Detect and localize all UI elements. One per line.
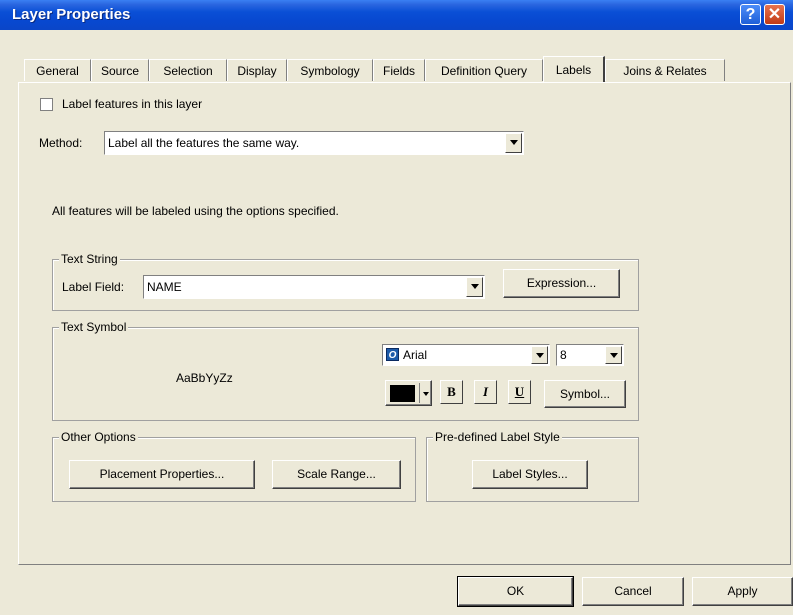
apply-button[interactable]: Apply — [692, 577, 793, 606]
ok-button[interactable]: OK — [457, 576, 574, 607]
chevron-down-icon — [423, 392, 429, 396]
label-features-checkbox[interactable] — [40, 98, 53, 111]
other-options-title: Other Options — [59, 430, 138, 444]
label-features-label: Label features in this layer — [62, 97, 203, 111]
italic-button[interactable]: I — [474, 380, 497, 404]
text-string-title: Text String — [59, 252, 120, 266]
chevron-down-icon[interactable] — [605, 346, 622, 364]
font-value: Arial — [403, 348, 428, 362]
tab-display[interactable]: Display — [227, 59, 287, 81]
text-preview: AaBbYyZz — [176, 371, 233, 385]
scale-range-button[interactable]: Scale Range... — [272, 460, 401, 489]
font-size-dropdown[interactable]: 8 — [556, 344, 624, 366]
tab-joins-relates[interactable]: Joins & Relates — [605, 59, 725, 81]
chevron-down-icon[interactable] — [505, 133, 522, 153]
symbol-button[interactable]: Symbol... — [544, 380, 626, 408]
method-value: Label all the features the same way. — [108, 136, 300, 150]
tab-selection[interactable]: Selection — [149, 59, 227, 81]
tab-fields[interactable]: Fields — [373, 59, 425, 81]
predefined-label-style-title: Pre-defined Label Style — [433, 430, 562, 444]
text-symbol-title: Text Symbol — [59, 320, 129, 334]
chevron-down-icon[interactable] — [531, 346, 548, 364]
tab-symbology[interactable]: Symbology — [287, 59, 373, 81]
layer-properties-dialog: Layer Properties ? ✕ General Source Sele… — [0, 0, 793, 615]
title-bar: Layer Properties ? ✕ — [0, 0, 793, 30]
placement-properties-button[interactable]: Placement Properties... — [69, 460, 255, 489]
chevron-down-icon[interactable] — [466, 277, 483, 297]
label-styles-button[interactable]: Label Styles... — [472, 460, 588, 489]
label-field-value: NAME — [147, 280, 182, 294]
tab-labels[interactable]: Labels — [543, 56, 605, 82]
window-title: Layer Properties — [12, 6, 131, 23]
color-swatch — [390, 385, 415, 402]
tab-definition-query[interactable]: Definition Query — [425, 59, 543, 81]
bold-button[interactable]: B — [440, 380, 463, 404]
font-dropdown[interactable]: O Arial — [382, 344, 550, 366]
underline-button[interactable]: U — [508, 380, 531, 404]
help-button[interactable]: ? — [740, 4, 761, 25]
tab-general[interactable]: General — [24, 59, 91, 81]
method-label: Method: — [39, 136, 83, 150]
opentype-font-icon: O — [386, 348, 399, 361]
expression-button[interactable]: Expression... — [503, 269, 620, 298]
description-text: All features will be labeled using the o… — [52, 204, 339, 218]
label-field-label: Label Field: — [62, 280, 125, 294]
font-size-value: 8 — [560, 348, 567, 362]
method-dropdown[interactable]: Label all the features the same way. — [104, 131, 524, 155]
color-picker-button[interactable] — [385, 380, 432, 406]
cancel-button[interactable]: Cancel — [582, 577, 684, 606]
tab-source[interactable]: Source — [91, 59, 149, 81]
label-field-dropdown[interactable]: NAME — [143, 275, 485, 299]
close-button[interactable]: ✕ — [764, 4, 785, 25]
